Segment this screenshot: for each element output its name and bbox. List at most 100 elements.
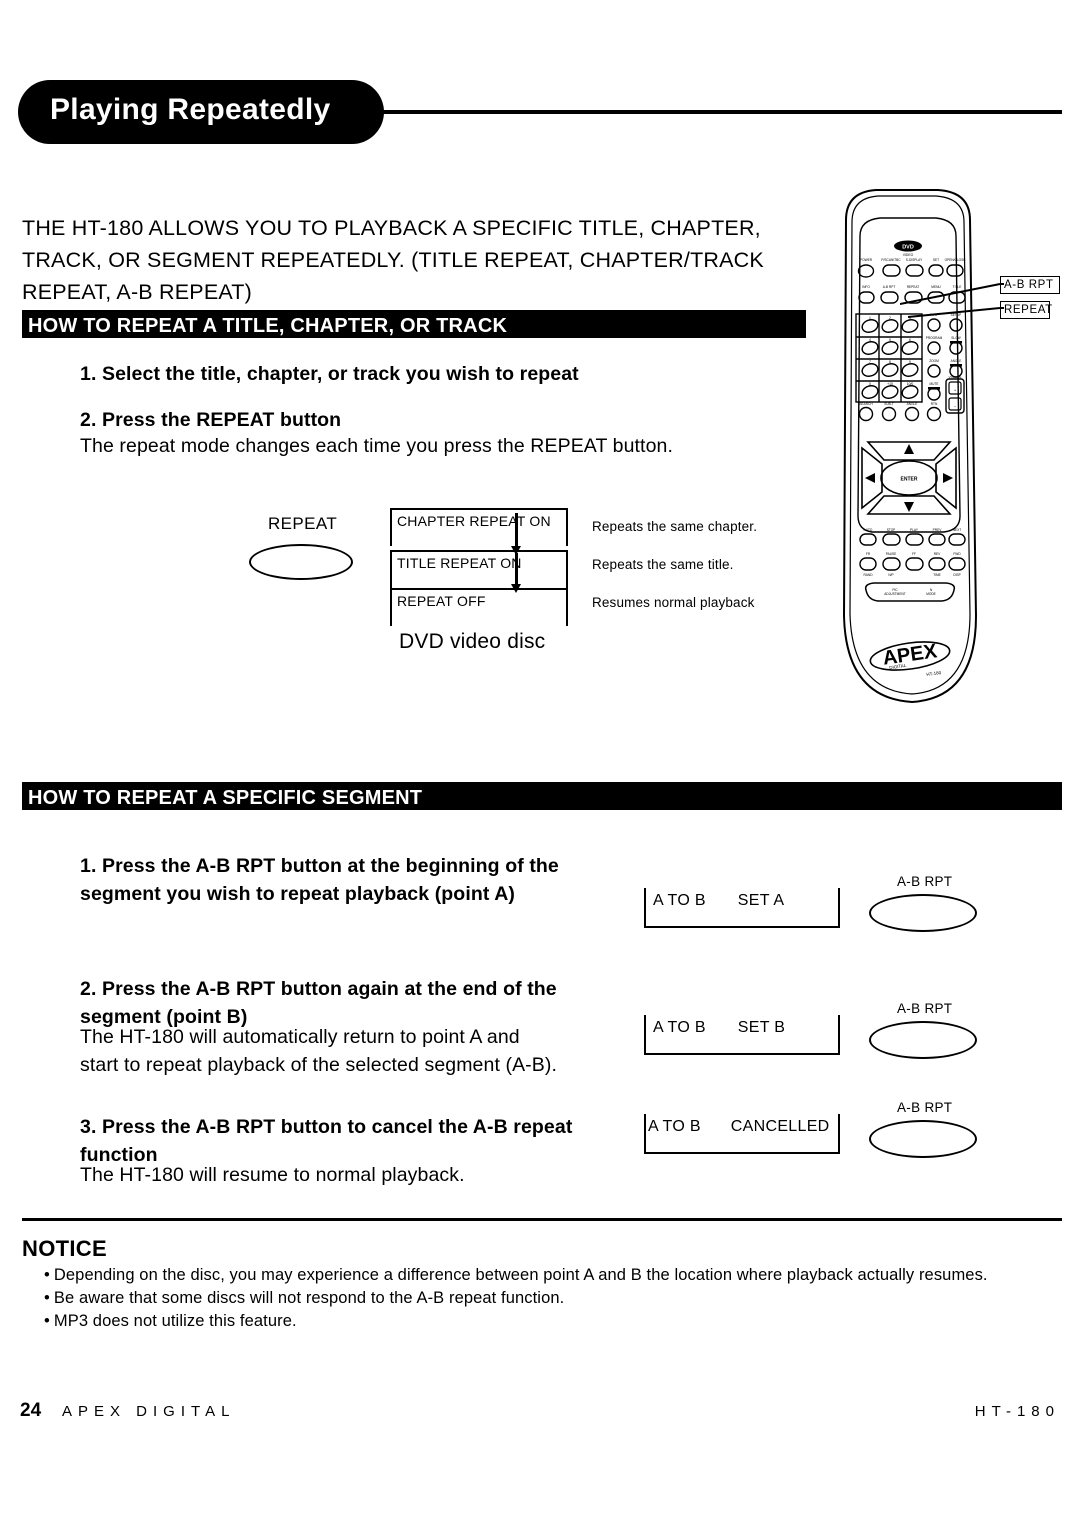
section2-step-1: 1. Press the A-B RPT button at the begin…	[80, 855, 559, 905]
svg-text:NEXT: NEXT	[953, 528, 962, 532]
notice-item-text: Depending on the disc, you may experienc…	[53, 1266, 988, 1284]
section2-step-2-note-line-1: The HT-180 will automatically return to …	[80, 1026, 520, 1048]
section1-step-1: 1. Select the title, chapter, or track y…	[80, 363, 579, 385]
footer-model: HT-180	[974, 1403, 1060, 1420]
svg-text:−: −	[954, 404, 957, 409]
notice-item: • Depending on the disc, you may experien…	[44, 1264, 1064, 1287]
flow-display-text: TITLE REPEAT ON	[397, 555, 522, 571]
ab-rpt-button-label: A-B RPT	[897, 1100, 953, 1115]
svg-text:ANGLE: ANGLE	[907, 402, 918, 406]
ab-rpt-button-oval[interactable]	[869, 1120, 977, 1158]
svg-text:N/P: N/P	[888, 573, 893, 577]
intro-paragraph: THE HT-180 ALLOWS YOU TO PLAYBACK A SPEC…	[22, 212, 804, 308]
display-readout-left: A TO B	[648, 1118, 701, 1135]
diagram-caption-dvd-video-disc: DVD video disc	[399, 630, 546, 653]
remote-callout-ab-rpt: A-B RPT	[1004, 279, 1054, 291]
remote-callout-leaders	[900, 283, 1004, 318]
display-readout-left: A TO B	[653, 892, 706, 909]
svg-text:2: 2	[889, 316, 891, 320]
svg-text:STOP: STOP	[887, 528, 896, 532]
notice-item-text: MP3 does not utilize this feature.	[53, 1312, 297, 1330]
svg-text:MUTE: MUTE	[929, 382, 938, 386]
notice-item: • MP3 does not utilize this feature.	[44, 1310, 1064, 1333]
display-readout-cancelled: A TO B CANCELLED	[644, 1114, 840, 1154]
display-readout-set-b: A TO B SET B	[644, 1015, 840, 1055]
notice-item-text: Be aware that some discs will not respon…	[53, 1289, 565, 1307]
svg-text:REV: REV	[934, 552, 941, 556]
section1-step-2: 2. Press the REPEAT button	[80, 409, 342, 431]
intro-line-2: TRACK, OR SEGMENT REPEATEDLY. (TITLE REP…	[22, 248, 764, 272]
svg-text:RAND: RAND	[863, 573, 873, 577]
page-title: Playing Repeatedly	[50, 93, 331, 126]
bullet-icon: •	[44, 1289, 50, 1307]
svg-text:1: 1	[869, 316, 871, 320]
svg-text:7: 7	[869, 360, 871, 364]
svg-text:DISP: DISP	[953, 573, 960, 577]
svg-text:ZOOM: ZOOM	[929, 359, 939, 363]
svg-text:FF: FF	[912, 552, 916, 556]
flow-display-text: REPEAT OFF	[397, 593, 486, 609]
flow-display-title-repeat-on: TITLE REPEAT ON	[390, 550, 568, 588]
section2-step-3-note: The HT-180 will resume to normal playbac…	[80, 1164, 465, 1186]
notice-item: • Be aware that some discs will not respo…	[44, 1287, 1064, 1310]
footer-page-number: 24	[20, 1400, 42, 1421]
svg-text:AUTO: AUTO	[864, 528, 873, 532]
svg-text:4: 4	[869, 338, 871, 342]
flow-description-off: Resumes normal playback	[592, 595, 755, 610]
svg-text:PREV: PREV	[933, 528, 943, 532]
svg-text:RTN: RTN	[931, 402, 938, 406]
repeat-button-oval[interactable]	[249, 544, 353, 580]
section2-step-2-note-line-2: start to repeat playback of the selected…	[80, 1054, 557, 1076]
svg-text:TIME: TIME	[933, 573, 941, 577]
flow-display-repeat-off: REPEAT OFF	[390, 588, 568, 626]
page-title-banner: Playing Repeatedly	[0, 80, 1080, 144]
bullet-icon: •	[44, 1266, 50, 1284]
svg-text:6: 6	[909, 338, 911, 342]
svg-text:0: 0	[869, 382, 871, 386]
notice-list: • Depending on the disc, you may experien…	[44, 1264, 1064, 1333]
remote-callout-repeat: REPEAT	[1004, 304, 1053, 316]
display-readout-right: SET A	[737, 892, 785, 909]
section-header-specific-segment: HOW TO REPEAT A SPECIFIC SEGMENT	[22, 782, 1062, 810]
footer-brand: APEX DIGITAL	[62, 1403, 236, 1420]
apex-logo-icon: APEX DIGITAL HT-180	[869, 640, 951, 677]
notice-divider-rule	[22, 1218, 1062, 1221]
intro-line-1: THE HT-180 ALLOWS YOU TO PLAYBACK A SPEC…	[22, 216, 761, 240]
section-header-title-chapter-track: HOW TO REPEAT A TITLE, CHAPTER, OR TRACK	[22, 310, 806, 338]
flow-display-chapter-repeat-on: CHAPTER REPEAT ON	[390, 508, 568, 546]
svg-text:+10: +10	[887, 382, 893, 386]
flow-description-title: Repeats the same title.	[592, 557, 734, 572]
display-readout-right: CANCELLED	[730, 1118, 830, 1135]
intro-line-3: REPEAT, A-B REPEAT)	[22, 280, 253, 304]
svg-text:ADJUSTMENT: ADJUSTMENT	[884, 592, 905, 596]
svg-text:SUB-T: SUB-T	[884, 402, 894, 406]
svg-text:MODE: MODE	[926, 592, 936, 596]
section2-step-2-note: The HT-180 will automatically return to …	[80, 1023, 600, 1079]
svg-text:FWD: FWD	[953, 552, 961, 556]
flow-description-chapter: Repeats the same chapter.	[592, 519, 758, 534]
bullet-icon: •	[44, 1312, 50, 1330]
ab-rpt-button-oval[interactable]	[869, 1021, 977, 1059]
svg-text:SLOW: SLOW	[951, 336, 960, 340]
svg-text:HT-180: HT-180	[926, 670, 942, 677]
svg-text:PLAY: PLAY	[910, 528, 919, 532]
svg-text:8: 8	[889, 360, 891, 364]
down-arrow-icon	[511, 513, 520, 555]
down-arrow-icon	[511, 553, 520, 593]
svg-text:POWER: POWER	[860, 258, 873, 262]
ab-rpt-button-oval[interactable]	[869, 894, 977, 932]
manual-page: Playing Repeatedly THE HT-180 ALLOWS YOU…	[0, 0, 1080, 1527]
svg-text:PAUSE: PAUSE	[886, 552, 897, 556]
svg-text:SEARCH: SEARCH	[859, 402, 873, 406]
svg-text:5: 5	[889, 338, 891, 342]
section1-step-2-note: The repeat mode changes each time you pr…	[80, 435, 673, 457]
enter-button-label: ENTER	[901, 477, 918, 483]
notice-title: NOTICE	[22, 1236, 107, 1261]
display-readout-right: SET B	[737, 1019, 786, 1036]
svg-text:A-B RPT: A-B RPT	[883, 285, 896, 289]
display-readout-set-a: A TO B SET A	[644, 888, 840, 928]
svg-text:INFO: INFO	[862, 285, 870, 289]
svg-text:VOLUME: VOLUME	[949, 375, 962, 379]
svg-text:ANGLE: ANGLE	[951, 359, 962, 363]
title-divider-rule	[376, 110, 1062, 114]
